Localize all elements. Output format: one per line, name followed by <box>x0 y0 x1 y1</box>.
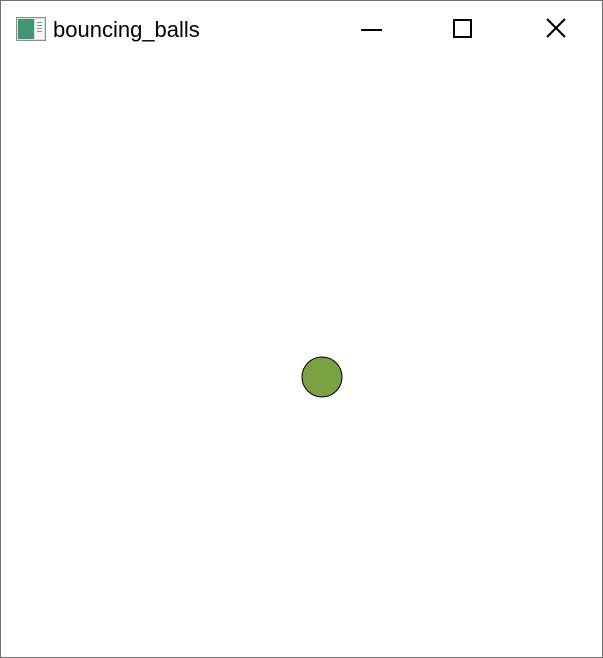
title-bar[interactable]: bouncing_balls <box>1 1 602 59</box>
bouncing-ball <box>301 356 343 398</box>
ball-layer <box>301 356 343 398</box>
game-canvas[interactable] <box>1 59 602 657</box>
close-icon <box>546 18 566 38</box>
maximize-icon <box>453 19 472 38</box>
window-title: bouncing_balls <box>53 17 200 42</box>
minimize-button[interactable] <box>349 13 395 47</box>
minimize-icon <box>361 29 382 31</box>
close-button[interactable] <box>533 13 579 47</box>
bouncing-balls-app-icon <box>16 17 46 41</box>
app-window: bouncing_balls <box>0 0 603 658</box>
maximize-button[interactable] <box>439 13 485 47</box>
